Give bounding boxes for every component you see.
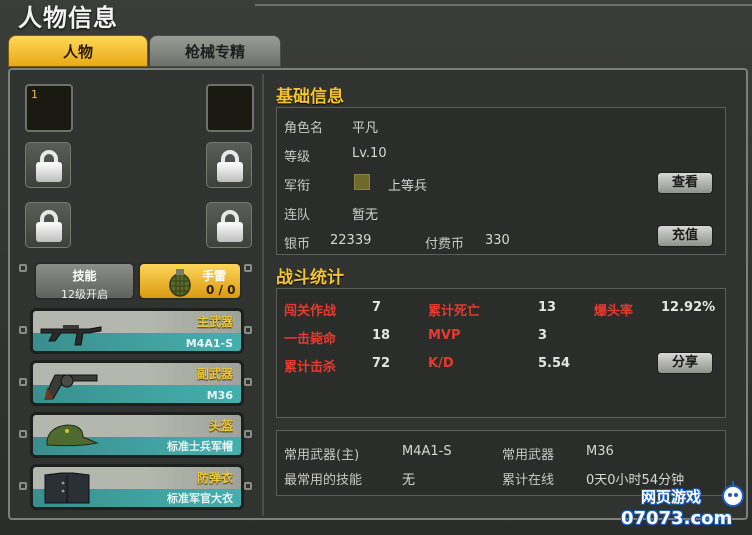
level-value: Lv.10 — [352, 146, 387, 161]
stat-label: 爆头率 — [594, 304, 634, 319]
stat-value: 5.54 — [538, 356, 571, 371]
basic-info-title: 基础信息 — [276, 87, 344, 107]
equip-armor[interactable]: 防弹衣 标准军官大衣 — [30, 464, 244, 510]
paid-currency-value: 330 — [485, 233, 510, 248]
site-watermark: 网页游戏 07073.com — [617, 474, 752, 535]
stat-value: 13 — [538, 300, 557, 315]
slot-peg — [19, 264, 27, 272]
silver-label: 银币 — [284, 237, 311, 252]
equip-item-name: M36 — [206, 389, 233, 402]
tab-character[interactable]: 人物 — [8, 35, 148, 67]
main-weapon-label: 常用武器(主) — [284, 448, 360, 463]
stat-value: 72 — [372, 356, 391, 371]
skill-usage-label: 最常用的技能 — [284, 473, 363, 488]
equip-secondary-weapon[interactable]: 副武器 M36 — [30, 360, 244, 406]
lock-icon — [206, 142, 252, 188]
item-slot-2[interactable] — [206, 84, 254, 132]
slot-peg — [19, 326, 27, 334]
slot-peg — [19, 430, 27, 438]
skill-unlock-text: 12级开启 — [61, 288, 108, 301]
stat-label: K/D — [428, 356, 454, 371]
paid-currency-label: 付费币 — [425, 237, 465, 252]
view-button[interactable]: 查看 — [657, 172, 713, 194]
slot-peg — [19, 482, 27, 490]
slot-peg — [244, 326, 252, 334]
coat-icon — [44, 472, 90, 504]
weapon-label: 常用武器 — [502, 448, 555, 463]
equip-item-name: M4A1-S — [185, 337, 233, 350]
silver-value: 22339 — [330, 233, 372, 248]
cap-icon — [46, 424, 99, 447]
stat-label: MVP — [428, 328, 461, 343]
slot-number: 1 — [31, 88, 38, 101]
slot-peg — [244, 430, 252, 438]
stat-label: 一击毙命 — [284, 332, 337, 347]
rank-value: 上等兵 — [388, 179, 428, 194]
recharge-button[interactable]: 充值 — [657, 225, 713, 247]
level-label: 等级 — [284, 150, 311, 165]
lock-icon — [25, 142, 71, 188]
revolver-icon — [44, 374, 98, 400]
equip-slot-label: 头盔 — [208, 419, 233, 433]
grenade-label: 手雷 — [202, 269, 227, 283]
window-title: 人物信息 — [18, 4, 118, 32]
equip-primary-weapon[interactable]: 主武器 M4A1-S — [30, 308, 244, 354]
watermark-line2: 07073.com — [621, 508, 733, 529]
equip-slot-label: 主武器 — [196, 315, 233, 329]
stat-label: 闯关作战 — [284, 304, 337, 319]
lock-icon — [206, 202, 252, 248]
combat-stats-title: 战斗统计 — [276, 268, 344, 288]
name-value: 平凡 — [352, 121, 379, 136]
team-label: 连队 — [284, 208, 311, 223]
stat-value: 18 — [372, 328, 391, 343]
equip-item-name: 标准士兵军帽 — [167, 440, 233, 453]
lock-icon — [25, 202, 71, 248]
slot-peg — [19, 378, 27, 386]
slot-peg — [244, 482, 252, 490]
name-label: 角色名 — [284, 121, 324, 136]
skill-label: 技能 — [72, 269, 97, 283]
equip-slot-label: 防弹衣 — [196, 471, 233, 485]
stat-label: 累计死亡 — [428, 304, 481, 319]
team-value: 暂无 — [352, 208, 379, 223]
online-time-label: 累计在线 — [502, 473, 555, 488]
skill-usage-value: 无 — [402, 473, 416, 488]
skill-button[interactable]: 技能 12级开启 — [34, 262, 135, 301]
stat-value: 12.92% — [661, 300, 716, 315]
header-decoration — [255, 0, 752, 6]
stat-value: 7 — [372, 300, 382, 315]
slot-peg — [244, 378, 252, 386]
weapon-value: M36 — [586, 444, 614, 459]
equip-slot-label: 副武器 — [196, 367, 233, 381]
rifle-icon — [40, 325, 102, 346]
equip-item-name: 标准军官大衣 — [167, 492, 233, 505]
grenade-count: 0 / 0 — [206, 283, 236, 297]
stat-value: 3 — [538, 328, 548, 343]
tab-weapon-mastery[interactable]: 枪械专精 — [149, 35, 281, 67]
stat-label: 累计击杀 — [284, 360, 337, 375]
share-button[interactable]: 分享 — [657, 352, 713, 374]
rank-icon — [354, 174, 370, 190]
panel-divider — [262, 74, 264, 516]
equip-helmet[interactable]: 头盔 标准士兵军帽 — [30, 412, 244, 458]
item-slot-1[interactable]: 1 — [25, 84, 73, 132]
main-weapon-value: M4A1-S — [402, 444, 452, 459]
mascot-icon — [722, 481, 744, 507]
rank-label: 军衔 — [284, 179, 311, 194]
grenade-icon — [169, 269, 191, 297]
watermark-line1: 网页游戏 — [641, 488, 702, 506]
grenade-button[interactable]: 手雷 0 / 0 — [138, 262, 242, 300]
slot-peg — [244, 264, 252, 272]
